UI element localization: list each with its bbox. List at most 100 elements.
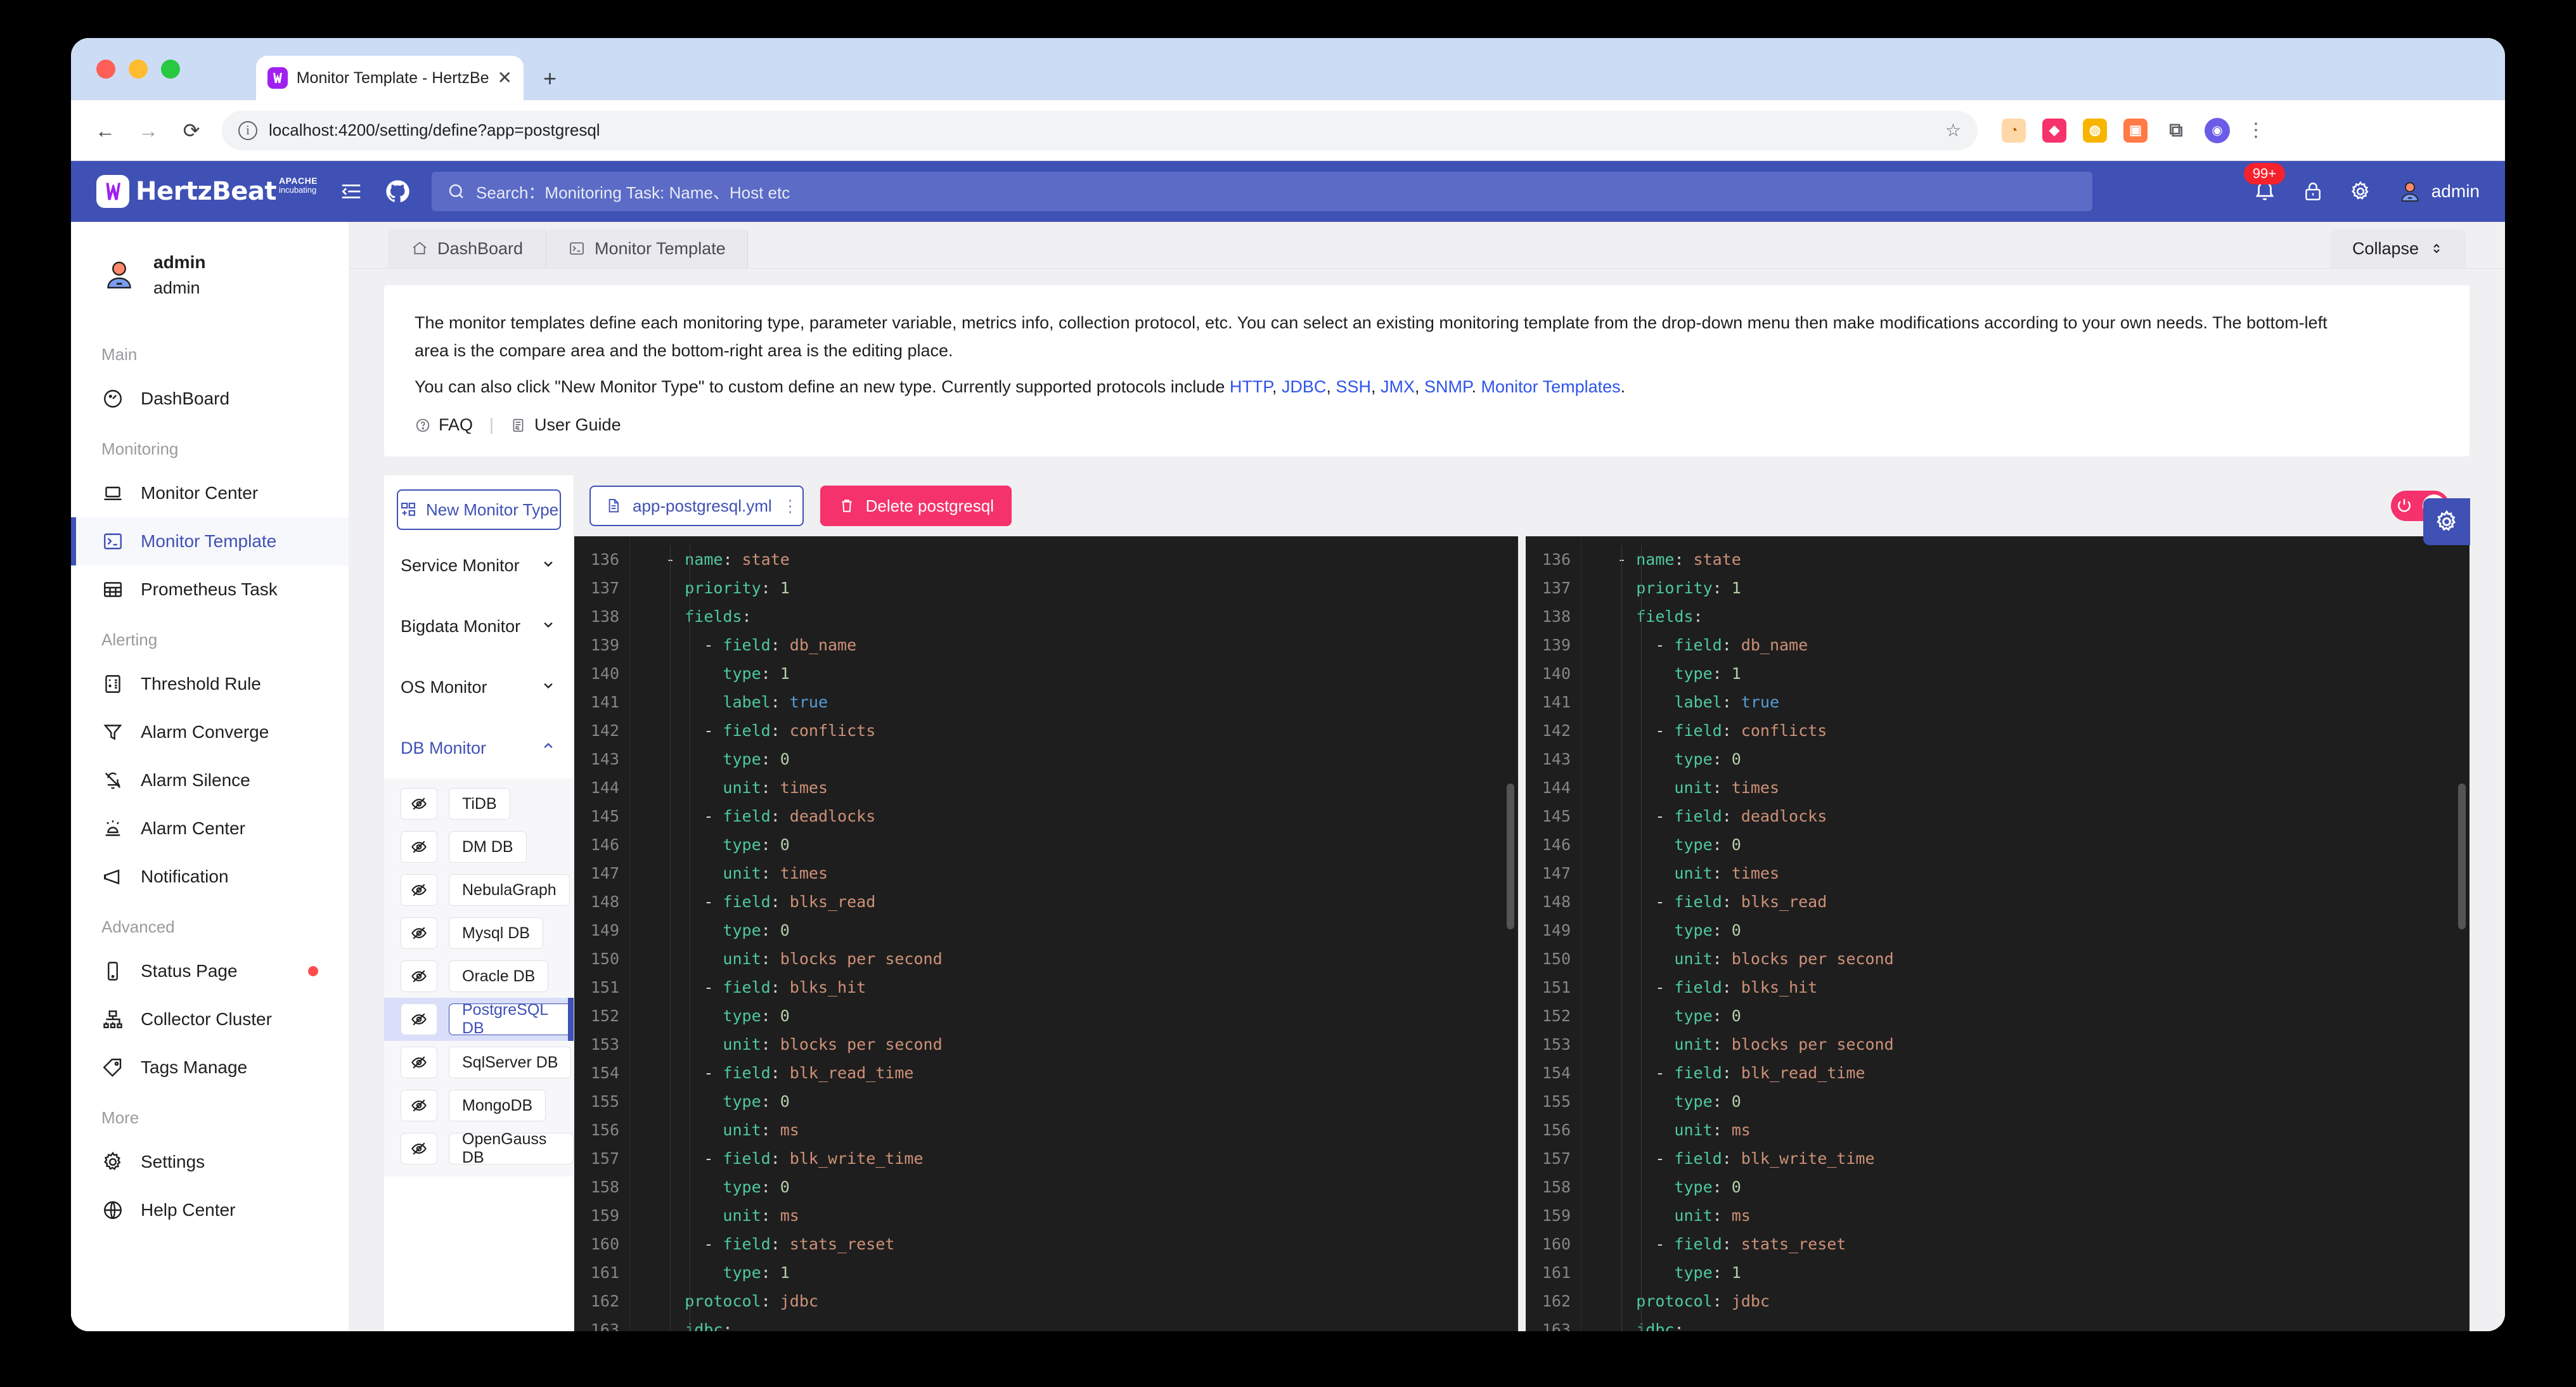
close-tab-icon[interactable]: ✕: [498, 69, 512, 87]
reload-button[interactable]: ⟳: [179, 120, 204, 141]
monitor-templates-link[interactable]: Monitor Templates: [1481, 377, 1621, 396]
siren-icon: [101, 817, 124, 840]
hide-type-button[interactable]: [401, 874, 437, 906]
user-guide-link[interactable]: User Guide: [510, 415, 621, 435]
collapse-menu-icon[interactable]: [339, 179, 363, 203]
back-button[interactable]: ←: [93, 120, 118, 141]
hide-type-button[interactable]: [401, 1090, 437, 1121]
app-logo[interactable]: HertzBeat APACHE incubating: [96, 175, 318, 208]
protocol-link-http[interactable]: HTTP: [1230, 377, 1272, 396]
close-window-button[interactable]: [96, 60, 115, 79]
monitor-type-item-postgresql-db[interactable]: PostgreSQL DB: [384, 998, 574, 1041]
sidebar-item-collector-cluster[interactable]: Collector Cluster: [71, 995, 349, 1043]
editor-pane-edit[interactable]: 1361371381391401411421431441451461471481…: [1518, 536, 2470, 1331]
notifications-button[interactable]: 99+: [2253, 179, 2277, 203]
sidebar-item-label: Monitor Center: [141, 483, 258, 503]
protocol-link-jmx[interactable]: JMX: [1381, 377, 1415, 396]
new-tab-button[interactable]: +: [543, 67, 557, 90]
monitor-type-item-tidb[interactable]: TiDB: [384, 782, 574, 825]
hide-type-button[interactable]: [401, 1047, 437, 1078]
tab-monitor-template[interactable]: Monitor Template: [546, 229, 748, 268]
sidebar-item-prometheus-task[interactable]: Prometheus Task: [71, 565, 349, 614]
address-bar[interactable]: i localhost:4200/setting/define?app=post…: [222, 111, 1978, 150]
file-name-chip[interactable]: app-postgresql.yml ⋮: [589, 486, 804, 526]
sidebar-item-settings[interactable]: Settings: [71, 1138, 349, 1186]
delete-template-button[interactable]: Delete postgresql: [820, 486, 1012, 526]
monitor-type-group-service-monitor[interactable]: Service Monitor: [384, 535, 574, 596]
monitor-type-chip[interactable]: NebulaGraph: [449, 874, 570, 906]
protocol-link-snmp[interactable]: SNMP: [1424, 377, 1472, 396]
extension-icon-3[interactable]: ◍: [2083, 119, 2107, 143]
editor-scrollbar-left[interactable]: [1507, 784, 1514, 929]
sidebar-item-monitor-center[interactable]: Monitor Center: [71, 469, 349, 517]
faq-link[interactable]: FAQ: [415, 415, 473, 435]
editor-scrollbar-right[interactable]: [2458, 784, 2466, 929]
maximize-window-button[interactable]: [161, 60, 180, 79]
monitor-type-item-opengauss-db[interactable]: OpenGauss DB: [384, 1127, 574, 1170]
sidebar-item-dashboard[interactable]: DashBoard: [71, 375, 349, 423]
tab-dashboard[interactable]: DashBoard: [388, 229, 546, 268]
lock-button[interactable]: [2302, 181, 2324, 202]
hide-type-button[interactable]: [401, 1133, 437, 1164]
code-area-compare[interactable]: - name: state priority: 1 fields: - fiel…: [630, 536, 1518, 1331]
monitor-type-group-bigdata-monitor[interactable]: Bigdata Monitor: [384, 596, 574, 657]
sidebar-item-alarm-converge[interactable]: Alarm Converge: [71, 708, 349, 756]
hide-type-button[interactable]: [401, 788, 437, 820]
kebab-vertical-icon[interactable]: ⋮: [782, 501, 789, 510]
bookmark-star-icon[interactable]: ☆: [1945, 120, 1961, 141]
editor-pane-compare[interactable]: 1361371381391401411421431441451461471481…: [574, 536, 1518, 1331]
monitor-type-item-mysql-db[interactable]: Mysql DB: [384, 912, 574, 955]
sidebar-item-tags-manage[interactable]: Tags Manage: [71, 1043, 349, 1092]
monitor-type-chip[interactable]: OpenGauss DB: [449, 1133, 574, 1164]
monitor-type-item-dm-db[interactable]: DM DB: [384, 825, 574, 868]
sidebar-item-monitor-template[interactable]: Monitor Template: [71, 517, 349, 565]
monitor-type-item-nebulagraph[interactable]: NebulaGraph: [384, 868, 574, 912]
sidebar-item-threshold-rule[interactable]: Threshold Rule: [71, 660, 349, 708]
hide-type-button[interactable]: [401, 960, 437, 992]
monitor-type-item-mongodb[interactable]: MongoDB: [384, 1084, 574, 1127]
monitor-type-chip[interactable]: DM DB: [449, 831, 527, 863]
sidebar-item-alarm-silence[interactable]: Alarm Silence: [71, 756, 349, 804]
settings-button[interactable]: [2349, 180, 2372, 203]
sidebar-item-alarm-center[interactable]: Alarm Center: [71, 804, 349, 853]
monitor-type-item-sqlserver-db[interactable]: SqlServer DB: [384, 1041, 574, 1084]
browser-profile-avatar[interactable]: ◉: [2205, 118, 2230, 143]
line-number: 162: [574, 1287, 619, 1315]
sidebar-item-help-center[interactable]: Help Center: [71, 1186, 349, 1234]
code-area-edit[interactable]: - name: state priority: 1 fields: - fiel…: [1581, 536, 2470, 1331]
extension-icon-4[interactable]: ▣: [2123, 119, 2148, 143]
sidebar-item-notification[interactable]: Notification: [71, 853, 349, 901]
monitor-type-chip[interactable]: TiDB: [449, 788, 510, 820]
forward-button[interactable]: →: [136, 120, 161, 141]
sidebar-item-status-page[interactable]: Status Page: [71, 947, 349, 995]
sidebar-user-card[interactable]: admin admin: [71, 222, 349, 328]
browser-menu-icon[interactable]: ⋮: [2246, 124, 2258, 137]
monitor-type-chip[interactable]: Mysql DB: [449, 917, 543, 949]
extensions-puzzle-icon[interactable]: ⧉: [2164, 119, 2188, 143]
new-monitor-type-button[interactable]: New Monitor Type: [397, 489, 561, 530]
github-icon[interactable]: [385, 179, 410, 204]
site-info-icon[interactable]: i: [238, 121, 257, 140]
monitor-type-item-oracle-db[interactable]: Oracle DB: [384, 955, 574, 998]
monitor-type-group-db-monitor[interactable]: DB Monitor: [384, 718, 574, 778]
protocol-link-ssh[interactable]: SSH: [1336, 377, 1371, 396]
monitor-type-chip[interactable]: SqlServer DB: [449, 1047, 571, 1078]
monitor-type-chip[interactable]: PostgreSQL DB: [449, 1003, 574, 1035]
line-number: 152: [1526, 1002, 1571, 1030]
hide-type-button[interactable]: [401, 831, 437, 863]
user-menu[interactable]: admin: [2397, 179, 2480, 204]
minimize-window-button[interactable]: [129, 60, 148, 79]
hide-type-button[interactable]: [401, 917, 437, 949]
hide-type-button[interactable]: [401, 1003, 437, 1035]
monitor-type-group-os-monitor[interactable]: OS Monitor: [384, 657, 574, 718]
editor-settings-fab[interactable]: [2423, 498, 2470, 545]
monitor-type-chip[interactable]: MongoDB: [449, 1090, 546, 1121]
monitor-type-chip[interactable]: Oracle DB: [449, 960, 548, 992]
global-search-input[interactable]: Search：Monitoring Task: Name、Host etc: [432, 172, 2092, 211]
collapse-control[interactable]: Collapse: [2331, 229, 2466, 268]
extension-icon-2[interactable]: ◆: [2042, 119, 2066, 143]
protocol-link-jdbc[interactable]: JDBC: [1282, 377, 1327, 396]
browser-tab[interactable]: Monitor Template - HertzBeat ✕: [256, 56, 524, 100]
extension-icon-1[interactable]: ◔: [2002, 119, 2026, 143]
line-number: 138: [1526, 602, 1571, 631]
